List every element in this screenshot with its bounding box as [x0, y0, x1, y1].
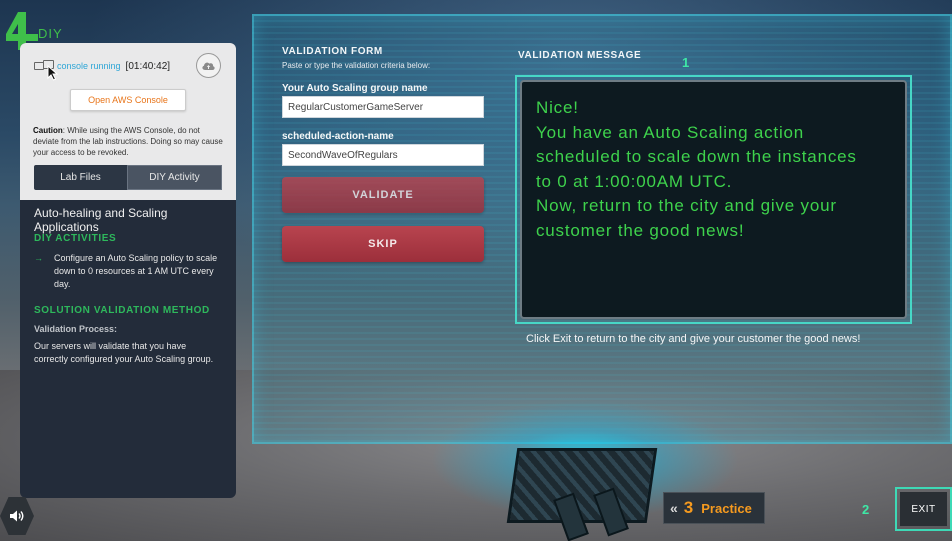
validation-process-text: Our servers will validate that you have … [34, 341, 214, 364]
scheduled-action-label: scheduled-action-name [282, 131, 394, 142]
caution-label: Caution [33, 126, 63, 135]
teleport-pad [506, 448, 658, 523]
activities-heading: DIY ACTIVITIES [34, 233, 117, 244]
logo-text: DIY [38, 26, 63, 41]
lab-title: Auto-healing and Scaling Applications [34, 206, 168, 234]
validation-message-frame: Nice! You have an Auto Scaling action sc… [515, 75, 912, 324]
tab-diy-activity[interactable]: DIY Activity [127, 165, 222, 190]
validate-button[interactable]: VALIDATE [282, 177, 484, 213]
exit-button[interactable]: EXIT [900, 492, 947, 526]
message-line: You have an Auto Scaling action [536, 122, 805, 142]
validation-message-box: Nice! You have an Auto Scaling action sc… [520, 80, 907, 319]
message-line: customer the good news! [536, 220, 745, 240]
form-title: VALIDATION FORM [282, 46, 383, 57]
scheduled-action-input[interactable] [282, 144, 484, 166]
console-section: console running [01:40:42] Open AWS Cons… [20, 43, 236, 200]
skip-button[interactable]: SKIP [282, 226, 484, 262]
message-line: scheduled to scale down the instances [536, 147, 857, 166]
exit-instruction: Click Exit to return to the city and giv… [526, 333, 861, 345]
message-line: to 0 at 1:00:00AM UTC. [536, 171, 733, 191]
practice-number: 3 [683, 498, 694, 517]
arrow-right-icon: → [34, 253, 43, 263]
message-line: Now, return to the city and give your [536, 196, 837, 215]
cursor-icon [47, 64, 59, 81]
message-line: Nice! [536, 98, 579, 117]
asg-name-label: Your Auto Scaling group name [282, 83, 428, 94]
exit-frame: EXIT [895, 487, 952, 531]
exit-step-badge: 2 [862, 502, 870, 517]
activity-text: Configure an Auto Scaling policy to scal… [54, 253, 218, 289]
solution-heading: SOLUTION VALIDATION METHOD [34, 305, 210, 316]
cloud-upload-button[interactable] [196, 53, 221, 78]
validation-message-title: VALIDATION MESSAGE [518, 50, 642, 61]
tab-lab-files[interactable]: Lab Files [34, 165, 127, 190]
double-chevron-left-icon: « [670, 500, 678, 516]
list-item: → Configure an Auto Scaling policy to sc… [34, 252, 219, 291]
caution-text: Caution: While using the AWS Console, do… [33, 125, 225, 158]
practice-label: Practice [701, 500, 752, 516]
console-timer: [01:40:42] [125, 60, 171, 72]
open-aws-console-button[interactable]: Open AWS Console [70, 89, 186, 111]
cloud-icon [202, 62, 215, 70]
panel-tabs: Lab Files DIY Activity [34, 165, 222, 190]
practice-indicator[interactable]: « 3 Practice [663, 492, 765, 524]
validation-process-label: Validation Process: [34, 324, 118, 334]
console-status-text: console running [57, 61, 121, 71]
step-badge: 1 [682, 55, 690, 70]
form-subtitle: Paste or type the validation criteria be… [282, 61, 431, 70]
lab-panel: console running [01:40:42] Open AWS Cons… [20, 43, 236, 498]
asg-name-input[interactable] [282, 96, 484, 118]
speaker-icon [10, 510, 24, 522]
